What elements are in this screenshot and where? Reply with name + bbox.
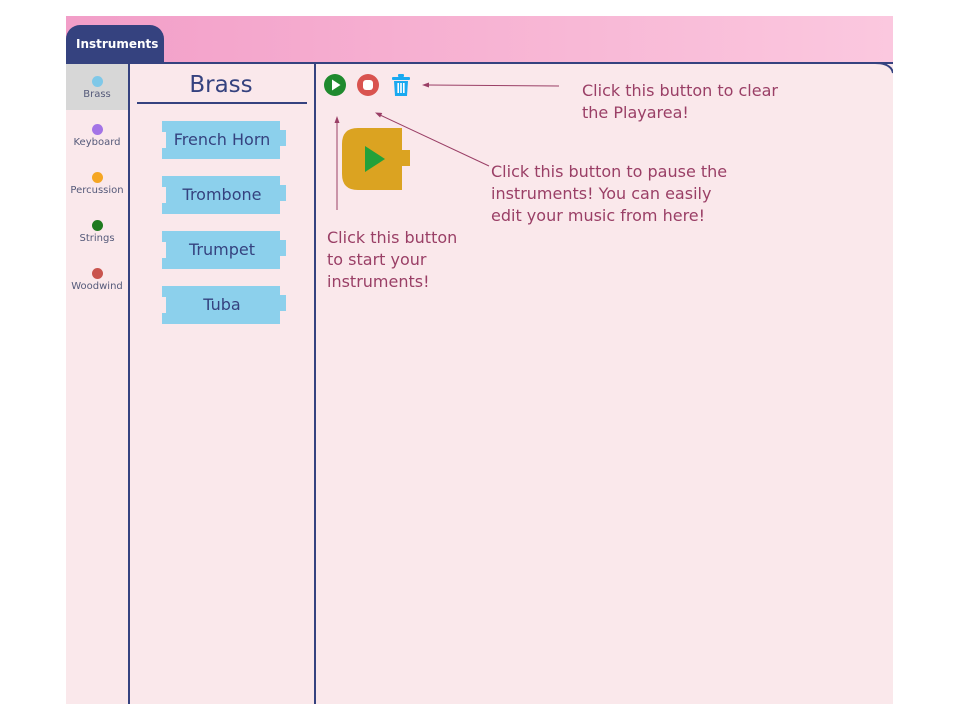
- block-label: Trumpet: [189, 240, 255, 259]
- play-circle-icon: [324, 74, 346, 96]
- block-trumpet[interactable]: Trumpet: [162, 231, 290, 269]
- category-dot-woodwind: [91, 268, 103, 279]
- annotation-line: instruments! You can easily: [491, 184, 712, 203]
- stop-circle-icon: [357, 74, 379, 96]
- start-annotation: Click this button to start your instrume…: [327, 227, 457, 293]
- category-dot-brass: [91, 76, 103, 87]
- category-dot-percussion: [91, 172, 103, 183]
- start-block-shape: [342, 128, 410, 190]
- block-trombone[interactable]: Trombone: [162, 176, 290, 214]
- block-label: French Horn: [173, 130, 271, 149]
- category-label: Brass: [83, 89, 111, 100]
- annotation-line: instruments!: [327, 272, 430, 291]
- start-block[interactable]: [342, 128, 412, 190]
- top-bar: [66, 16, 893, 62]
- annotation-line: Click this button to pause the: [491, 162, 728, 181]
- flyout-title: Brass: [189, 72, 253, 98]
- annotation-line: Click this button to clear: [582, 81, 778, 100]
- category-dot-strings: [91, 220, 103, 231]
- category-brass[interactable]: Brass: [66, 64, 128, 110]
- annotation-line: Click this button: [327, 228, 458, 247]
- flyout-title-rule: [137, 102, 307, 104]
- flyout-divider: [314, 64, 316, 704]
- category-label: Keyboard: [73, 137, 121, 148]
- category-strings[interactable]: Strings: [66, 208, 128, 254]
- tab-underline: [66, 62, 893, 64]
- pause-annotation: Click this button to pause the instrumen…: [491, 161, 727, 227]
- clear-annotation: Click this button to clear the Playarea!: [582, 80, 778, 124]
- trash-icon: [392, 74, 410, 96]
- play-button[interactable]: [323, 73, 347, 97]
- trash-button[interactable]: [389, 73, 413, 97]
- annotation-line: to start your: [327, 250, 427, 269]
- block-french-horn[interactable]: French Horn: [162, 121, 290, 159]
- stop-button[interactable]: [356, 73, 380, 97]
- category-label: Percussion: [70, 185, 124, 196]
- category-list: Brass Keyboard Percussion Strings Woodwi…: [66, 64, 128, 704]
- annotation-line: the Playarea!: [582, 103, 689, 122]
- block-label: Trombone: [182, 185, 262, 204]
- block-tuba[interactable]: Tuba: [162, 286, 290, 324]
- block-label: Tuba: [203, 295, 241, 314]
- category-label: Woodwind: [71, 281, 123, 292]
- instruments-editor: Instruments Brass Keyboard Percussion St…: [66, 16, 893, 704]
- category-woodwind[interactable]: Woodwind: [66, 256, 128, 302]
- category-keyboard[interactable]: Keyboard: [66, 112, 128, 158]
- tab-instruments[interactable]: Instruments: [66, 25, 164, 62]
- category-label: Strings: [79, 233, 115, 244]
- category-divider: [128, 64, 130, 704]
- category-percussion[interactable]: Percussion: [66, 160, 128, 206]
- category-dot-keyboard: [91, 124, 103, 135]
- annotation-line: edit your music from here!: [491, 206, 706, 225]
